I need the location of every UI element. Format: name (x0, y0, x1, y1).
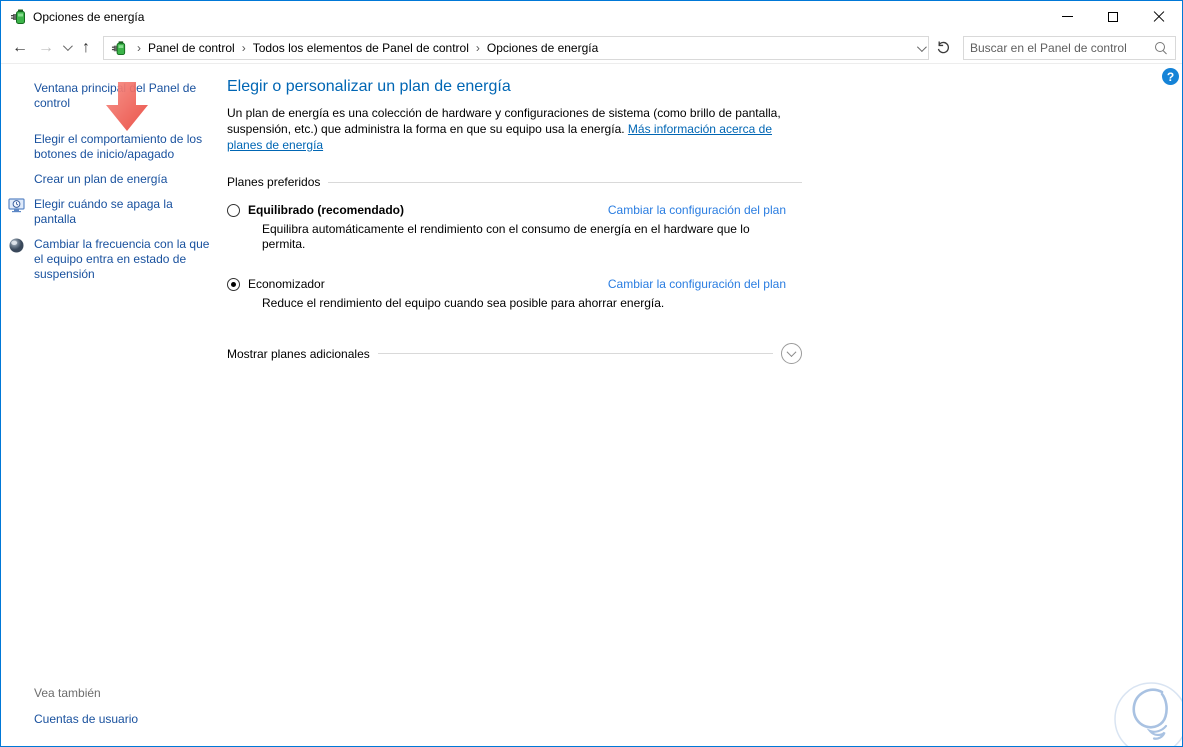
sidebar-item-user-accounts[interactable]: Cuentas de usuario (34, 712, 138, 726)
sidebar-item-label: Cambiar la frecuencia con la que el equi… (34, 237, 210, 281)
plan-row-balanced: Equilibrado (recomendado) Cambiar la con… (227, 203, 802, 217)
chevron-down-icon (786, 347, 797, 358)
close-button[interactable] (1136, 1, 1182, 32)
divider (328, 181, 802, 183)
power-options-icon (111, 40, 126, 55)
search-box (963, 35, 1176, 60)
breadcrumb-power-options[interactable]: Opciones de energía (487, 41, 598, 55)
forward-icon: → (38, 38, 54, 56)
plan-description: Equilibra automáticamente el rendimiento… (262, 222, 750, 251)
chevron-down-icon (916, 41, 927, 52)
breadcrumb-all-items[interactable]: Todos los elementos de Panel de control (253, 41, 469, 55)
task-pane: Ventana principal del Panel de control E… (1, 64, 213, 746)
minimize-icon (1061, 16, 1073, 17)
recent-pages-button[interactable] (59, 35, 73, 61)
forward-button[interactable]: → (33, 35, 59, 61)
plan-name[interactable]: Equilibrado (recomendado) (248, 203, 404, 217)
show-additional-plans-label: Mostrar planes adicionales (227, 346, 370, 361)
display-clock-icon (8, 198, 25, 213)
breadcrumb-separator-icon: › (137, 40, 141, 55)
see-also-section: Vea también Cuentas de usuario (34, 686, 138, 726)
address-dropdown-button[interactable] (916, 41, 927, 55)
plan-description: Reduce el rendimiento del equipo cuando … (262, 296, 665, 310)
see-also-header: Vea también (34, 686, 101, 700)
sidebar-item-power-button-behavior[interactable]: Elegir el comportamiento de los botones … (1, 132, 213, 162)
maximize-icon (1108, 11, 1118, 22)
intro-paragraph: Un plan de energía es una colección de h… (227, 105, 802, 153)
divider (377, 353, 773, 354)
window-controls (1044, 1, 1182, 32)
annotation-arrow-down-icon (106, 82, 148, 131)
refresh-button[interactable] (931, 36, 955, 60)
help-button[interactable]: ? (1162, 68, 1179, 85)
search-icon[interactable] (1153, 40, 1169, 56)
power-options-icon (11, 9, 25, 24)
show-additional-plans-row: Mostrar planes adicionales (227, 343, 802, 364)
back-button[interactable]: ← (7, 35, 33, 61)
up-icon: ↑ (82, 38, 90, 56)
sidebar-item-label: Elegir cuándo se apaga la pantalla (34, 197, 173, 226)
preferred-plans-label: Planes preferidos (227, 175, 321, 189)
close-icon (1153, 11, 1165, 23)
radio-balanced[interactable] (227, 203, 240, 217)
lightbulb-watermark-icon (1114, 682, 1182, 746)
minimize-button[interactable] (1044, 1, 1090, 32)
breadcrumb-separator-icon: › (241, 40, 246, 55)
power-options-window: Opciones de energía ← → ↑ › Panel de con… (0, 0, 1183, 747)
change-plan-settings-link-power-saver[interactable]: Cambiar la configuración del plan (608, 277, 786, 291)
breadcrumb-separator-icon: › (475, 40, 480, 55)
address-bar[interactable]: › Panel de control › Todos los elementos… (103, 35, 929, 60)
plan-row-power-saver: Economizador Cambiar la configuración de… (227, 277, 802, 291)
sidebar-item-create-power-plan[interactable]: Crear un plan de energía (1, 172, 213, 187)
window-title: Opciones de energía (33, 9, 145, 24)
navigation-toolbar: ← → ↑ › Panel de control › Todos los ele… (1, 32, 1182, 64)
title-bar: Opciones de energía (1, 1, 1182, 32)
back-icon: ← (12, 38, 28, 56)
chevron-down-icon (62, 41, 73, 52)
breadcrumb-control-panel[interactable]: Panel de control (148, 41, 235, 55)
question-mark-icon: ? (1166, 69, 1175, 84)
change-plan-settings-link-balanced[interactable]: Cambiar la configuración del plan (608, 203, 786, 217)
sidebar-item-choose-display-off[interactable]: Elegir cuándo se apaga la pantalla (1, 197, 213, 227)
page-title: Elegir o personalizar un plan de energía (227, 78, 511, 95)
maximize-button[interactable] (1090, 1, 1136, 32)
up-button[interactable]: ↑ (73, 35, 99, 61)
content-area: ? Ventana principal del Panel de control… (1, 64, 1182, 746)
main-panel: Elegir o personalizar un plan de energía… (227, 78, 802, 364)
expand-additional-plans-button[interactable] (781, 343, 802, 364)
search-input[interactable] (964, 36, 1153, 59)
radio-power-saver[interactable] (227, 277, 240, 291)
preferred-plans-group-header: Planes preferidos (227, 175, 802, 189)
sidebar-item-change-sleep-timing[interactable]: Cambiar la frecuencia con la que el equi… (1, 237, 213, 282)
refresh-icon (937, 41, 949, 54)
plan-name[interactable]: Economizador (248, 277, 325, 291)
sleep-icon (9, 238, 24, 253)
